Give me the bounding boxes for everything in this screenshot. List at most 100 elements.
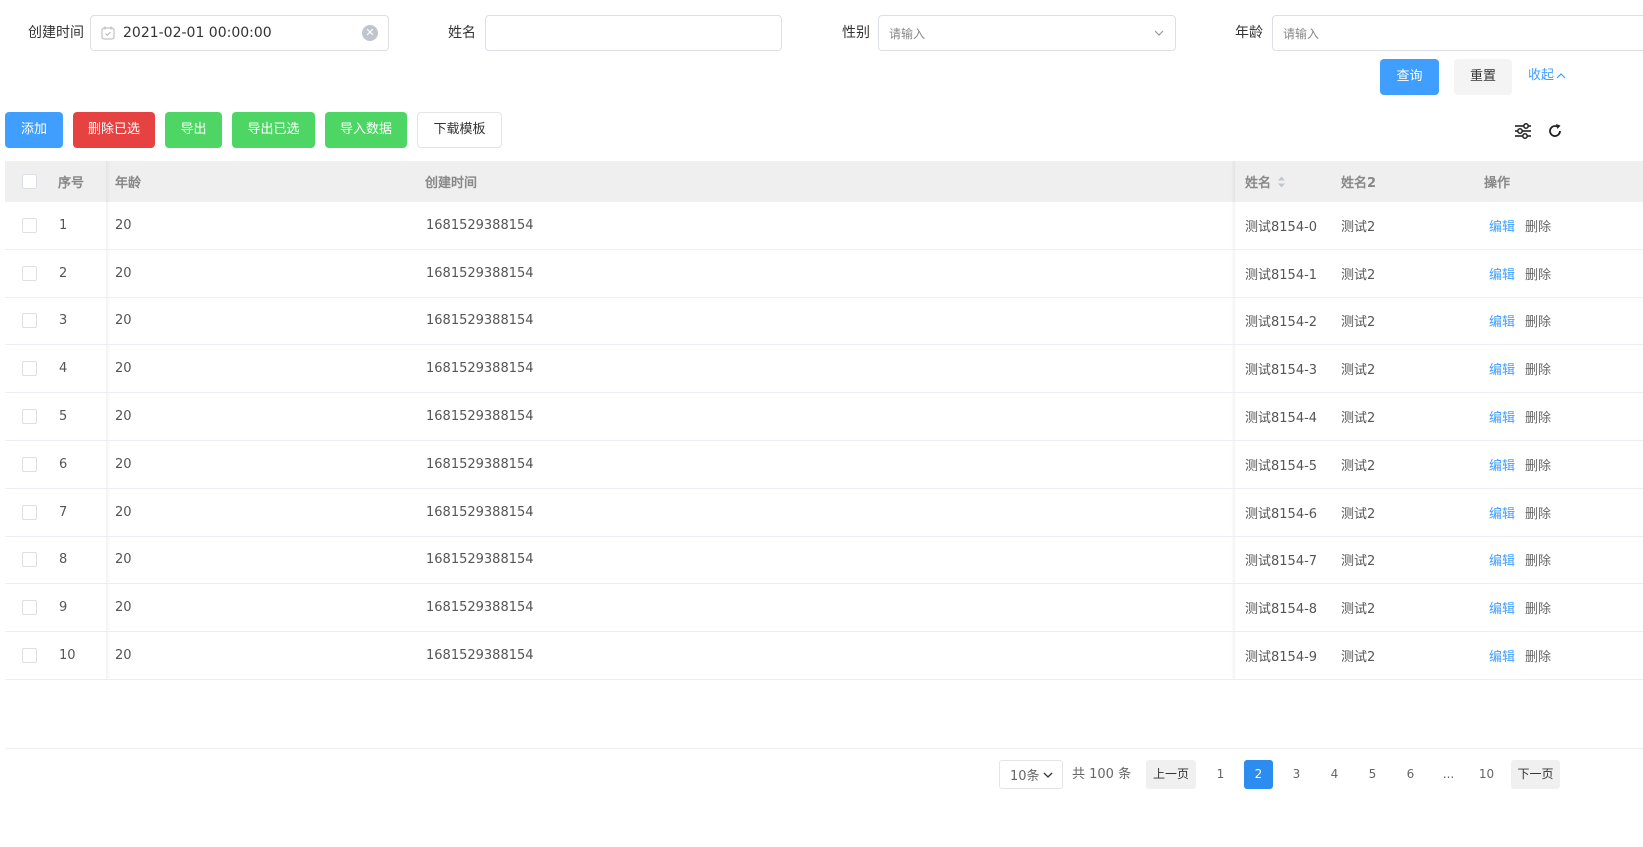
delete-link[interactable]: 删除 (1525, 455, 1551, 474)
add-button[interactable]: 添加 (5, 112, 63, 148)
cell-name: 测试8154-5 (1245, 458, 1318, 474)
cell-actions: 编辑 删除 (1489, 393, 1551, 440)
next-page-button[interactable]: 下一页 (1511, 760, 1560, 789)
row-checkbox[interactable] (22, 361, 37, 377)
page-button[interactable]: 5 (1358, 760, 1387, 789)
cell-created: 1681529388154 (426, 600, 534, 616)
table-row: 3 20 1681529388154 测试8154-2 测试2 编辑 删除 (5, 297, 1643, 346)
edit-link[interactable]: 编辑 (1489, 598, 1515, 617)
cell-actions: 编辑 删除 (1489, 250, 1551, 297)
edit-link[interactable]: 编辑 (1489, 264, 1515, 283)
download-template-button[interactable]: 下载模板 (417, 112, 502, 148)
fixed-right-shadow (1231, 345, 1235, 393)
refresh-icon[interactable] (1545, 121, 1565, 141)
header-actions: 操作 (1484, 176, 1511, 191)
table-row: 4 20 1681529388154 测试8154-3 测试2 编辑 删除 (5, 345, 1643, 394)
edit-link[interactable]: 编辑 (1489, 550, 1515, 569)
page-button[interactable]: 1 (1206, 760, 1235, 789)
prev-page-button[interactable]: 上一页 (1146, 760, 1196, 789)
clear-icon[interactable]: ✕ (362, 25, 378, 41)
page-button[interactable]: 6 (1396, 760, 1425, 789)
fixed-left-shadow (106, 584, 110, 632)
row-select-cell (22, 489, 37, 536)
cell-age: 20 (115, 409, 132, 425)
row-checkbox[interactable] (22, 504, 37, 520)
table-body: 1 20 1681529388154 测试8154-0 测试2 编辑 删除 2 … (5, 202, 1643, 680)
edit-link[interactable]: 编辑 (1489, 311, 1515, 330)
name-input[interactable] (485, 15, 782, 51)
delete-link[interactable]: 删除 (1525, 646, 1551, 665)
edit-link[interactable]: 编辑 (1489, 455, 1515, 474)
table-row: 8 20 1681529388154 测试8154-7 测试2 编辑 删除 (5, 536, 1643, 585)
calendar-icon (101, 26, 115, 40)
row-checkbox[interactable] (22, 600, 37, 616)
page-size-select[interactable]: 10条 (999, 760, 1063, 789)
delete-link[interactable]: 删除 (1525, 550, 1551, 569)
page-button[interactable]: 4 (1320, 760, 1349, 789)
header-age: 年龄 (115, 176, 142, 191)
delete-link[interactable]: 删除 (1525, 216, 1551, 235)
edit-link[interactable]: 编辑 (1489, 503, 1515, 522)
row-checkbox[interactable] (22, 313, 37, 329)
import-button[interactable]: 导入数据 (325, 112, 407, 148)
edit-link[interactable]: 编辑 (1489, 359, 1515, 378)
page-button[interactable]: 3 (1282, 760, 1311, 789)
cell-index: 8 (59, 552, 68, 568)
header-index: 序号 (58, 176, 85, 191)
cell-created: 1681529388154 (426, 456, 534, 472)
cell-index: 10 (59, 648, 76, 664)
select-all-checkbox[interactable] (22, 174, 37, 189)
delete-link[interactable]: 删除 (1525, 311, 1551, 330)
fixed-left-shadow (106, 440, 110, 488)
row-checkbox[interactable] (22, 552, 37, 568)
delete-selected-button[interactable]: 删除已选 (73, 112, 155, 148)
header-name[interactable]: 姓名 (1245, 161, 1286, 202)
row-checkbox[interactable] (22, 217, 37, 233)
cell-created: 1681529388154 (426, 409, 534, 425)
row-checkbox[interactable] (22, 456, 37, 472)
reset-button[interactable]: 重置 (1454, 59, 1512, 95)
collapse-link[interactable]: 收起 (1528, 66, 1566, 86)
delete-link[interactable]: 删除 (1525, 598, 1551, 617)
cell-name2: 测试2 (1341, 650, 1376, 666)
table-row: 7 20 1681529388154 测试8154-6 测试2 编辑 删除 (5, 488, 1643, 537)
cell-index: 4 (59, 361, 68, 377)
age-input[interactable]: 请输入 (1272, 15, 1643, 51)
edit-link[interactable]: 编辑 (1489, 646, 1515, 665)
export-button[interactable]: 导出 (165, 112, 222, 148)
delete-link[interactable]: 删除 (1525, 503, 1551, 522)
fixed-left-shadow (106, 202, 110, 249)
page-button[interactable]: 2 (1244, 760, 1273, 789)
cell-actions: 编辑 删除 (1489, 298, 1551, 345)
edit-link[interactable]: 编辑 (1489, 407, 1515, 426)
gender-label: 性别 (842, 25, 870, 41)
collapse-label: 收起 (1528, 68, 1555, 83)
gender-select[interactable]: 请输入 (878, 15, 1176, 51)
table-row: 5 20 1681529388154 测试8154-4 测试2 编辑 删除 (5, 393, 1643, 441)
sliders-icon[interactable] (1513, 121, 1533, 141)
fixed-right-shadow (1231, 488, 1235, 536)
export-selected-button[interactable]: 导出已选 (232, 112, 315, 148)
cell-name: 测试8154-2 (1245, 315, 1318, 331)
cell-age: 20 (115, 313, 132, 329)
cell-actions: 编辑 删除 (1489, 441, 1551, 488)
cell-age: 20 (115, 456, 132, 472)
sort-icon[interactable] (1277, 176, 1286, 188)
delete-link[interactable]: 删除 (1525, 359, 1551, 378)
delete-link[interactable]: 删除 (1525, 264, 1551, 283)
cell-index: 7 (59, 504, 68, 520)
edit-link[interactable]: 编辑 (1489, 216, 1515, 235)
page-ellipsis: ... (1442, 767, 1455, 781)
page-button[interactable]: 10 (1472, 760, 1501, 789)
cell-actions: 编辑 删除 (1489, 202, 1551, 249)
query-button[interactable]: 查询 (1380, 59, 1439, 95)
row-checkbox[interactable] (22, 648, 37, 664)
fixed-left-shadow (106, 161, 110, 202)
cell-index: 9 (59, 600, 68, 616)
row-checkbox[interactable] (22, 265, 37, 281)
row-checkbox[interactable] (22, 409, 37, 425)
created-time-picker[interactable]: 2021-02-01 00:00:00 ✕ (90, 15, 389, 51)
table-row: 10 20 1681529388154 测试8154-9 测试2 编辑 删除 (5, 632, 1643, 680)
delete-link[interactable]: 删除 (1525, 407, 1551, 426)
chevron-up-icon (1556, 72, 1566, 78)
